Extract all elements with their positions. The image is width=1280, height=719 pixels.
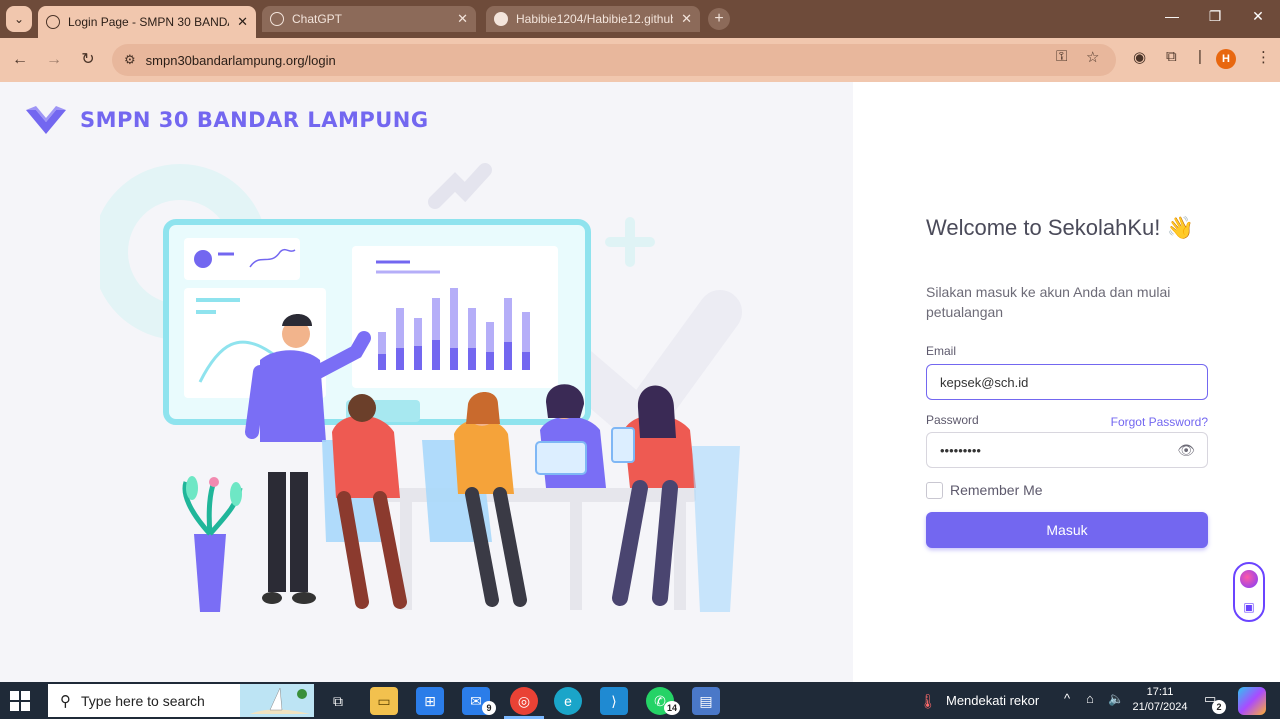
search-icon: ⚲ (60, 692, 71, 710)
mail-badge: 9 (482, 701, 496, 715)
taskbar-search-input[interactable]: ⚲ Type here to search (48, 684, 314, 717)
close-tab-icon[interactable]: ✕ (237, 14, 248, 30)
remember-me-checkbox[interactable] (926, 482, 943, 499)
email-label: Email (926, 344, 957, 358)
windows-start-icon[interactable] (10, 691, 30, 711)
clock[interactable]: 17:11 21/07/2024 (1128, 685, 1192, 715)
github-icon (494, 12, 508, 26)
address-bar[interactable]: ⚙ smpn30bandarlampung.org/login (112, 44, 1116, 76)
eye-icon[interactable]: 👁 (1177, 442, 1195, 459)
logo-icon (26, 106, 66, 134)
profile-avatar[interactable]: H (1216, 49, 1236, 69)
email-value: kepsek@sch.id (940, 374, 1029, 390)
tab-chatgpt[interactable]: ChatGPT ✕ (262, 6, 476, 32)
close-tab-icon[interactable]: ✕ (681, 11, 692, 27)
toolbar-divider: | (1198, 48, 1202, 65)
windows-taskbar: ⚲ Type here to search ⧉ ▭ ⊞ ✉ 9 ◎ e ⟩ ✆ … (0, 682, 1280, 719)
brand: SMPN 30 BANDAR LAMPUNG (26, 106, 429, 134)
password-label: Password (926, 413, 979, 427)
chevron-down-icon: ⌄ (13, 12, 25, 26)
meeting-illustration (100, 163, 742, 612)
tab-label: Habibie1204/Habibie12.github.io (516, 12, 674, 26)
image-edit-icon[interactable]: ▣ (1243, 600, 1254, 614)
search-placeholder: Type here to search (81, 692, 205, 709)
extension-icon[interactable]: ◉ (1133, 48, 1146, 66)
welcome-title: Welcome to SekolahKu! 👋 (926, 215, 1194, 240)
floating-assistant-widget[interactable]: ▣ (1233, 562, 1265, 622)
close-window-icon[interactable]: ✕ (1246, 8, 1270, 25)
whatsapp-badge: 14 (664, 701, 680, 715)
thermometer-icon: 🌡 (919, 692, 937, 709)
forgot-password-link[interactable]: Forgot Password? (1111, 415, 1208, 429)
key-icon[interactable]: ⚿ (1056, 48, 1067, 65)
url-text: smpn30bandarlampung.org/login (145, 52, 336, 68)
weather-text[interactable]: Mendekati rekor (946, 693, 1039, 708)
site-settings-icon[interactable]: ⚙ (124, 52, 136, 68)
task-view-icon[interactable]: ⧉ (324, 687, 352, 715)
tab-login-page[interactable]: Login Page - SMPN 30 BANDAR LAMPUNG ✕ (38, 6, 256, 38)
assistant-icon[interactable] (1240, 570, 1258, 588)
globe-icon (46, 15, 60, 29)
password-field[interactable]: ••••••••• 👁 (926, 432, 1208, 468)
microsoft-store-icon[interactable]: ⊞ (416, 687, 444, 715)
remember-me-label[interactable]: Remember Me (950, 482, 1043, 498)
volume-icon[interactable]: 🔈 (1108, 691, 1124, 707)
new-tab-button[interactable]: + (708, 8, 730, 30)
star-icon[interactable]: ☆ (1086, 48, 1099, 66)
illustration-pane: SMPN 30 BANDAR LAMPUNG (0, 82, 853, 682)
copilot-icon[interactable] (1238, 687, 1266, 715)
minimize-icon[interactable]: — (1160, 8, 1184, 24)
clock-date: 21/07/2024 (1132, 701, 1188, 713)
browser-toolbar: ← → ↻ ⚙ smpn30bandarlampung.org/login ⚿ … (0, 38, 1280, 82)
login-page: SMPN 30 BANDAR LAMPUNG Welcome to Sekola… (0, 82, 1280, 682)
login-button[interactable]: Masuk (926, 512, 1208, 548)
app-icon[interactable]: ▤ (692, 687, 720, 715)
clock-time: 17:11 (1146, 686, 1174, 698)
brand-title: SMPN 30 BANDAR LAMPUNG (80, 108, 429, 132)
chrome-icon[interactable]: ◎ (510, 687, 538, 715)
back-arrow-icon[interactable]: ← (10, 50, 30, 70)
chatgpt-icon (270, 12, 284, 26)
forward-arrow-icon[interactable]: → (44, 50, 64, 70)
puzzle-icon[interactable]: ⧉ (1166, 48, 1177, 65)
reload-icon[interactable]: ↻ (78, 50, 98, 70)
welcome-subtitle: Silakan masuk ke akun Anda dan mulai pet… (926, 284, 1171, 320)
tab-search-button[interactable]: ⌄ (6, 6, 32, 32)
email-field[interactable]: kepsek@sch.id (926, 364, 1208, 400)
tab-github[interactable]: Habibie1204/Habibie12.github.io ✕ (486, 6, 700, 32)
edge-icon[interactable]: e (554, 687, 582, 715)
network-icon[interactable]: ⌂ (1086, 691, 1094, 706)
file-explorer-icon[interactable]: ▭ (370, 687, 398, 715)
tab-label: ChatGPT (292, 12, 343, 26)
close-tab-icon[interactable]: ✕ (457, 11, 468, 27)
password-value: ••••••••• (940, 442, 981, 458)
chevron-up-icon[interactable]: ^ (1064, 691, 1070, 706)
browser-tab-bar: ⌄ Login Page - SMPN 30 BANDAR LAMPUNG ✕ … (0, 0, 1280, 38)
more-menu-icon[interactable]: ⋮ (1256, 48, 1271, 66)
vscode-icon[interactable]: ⟩ (600, 687, 628, 715)
tab-label: Login Page - SMPN 30 BANDAR LAMPUNG (68, 15, 229, 29)
search-highlight-image (240, 684, 314, 717)
restore-icon[interactable]: ❐ (1203, 8, 1227, 25)
notification-badge: 2 (1212, 700, 1226, 714)
